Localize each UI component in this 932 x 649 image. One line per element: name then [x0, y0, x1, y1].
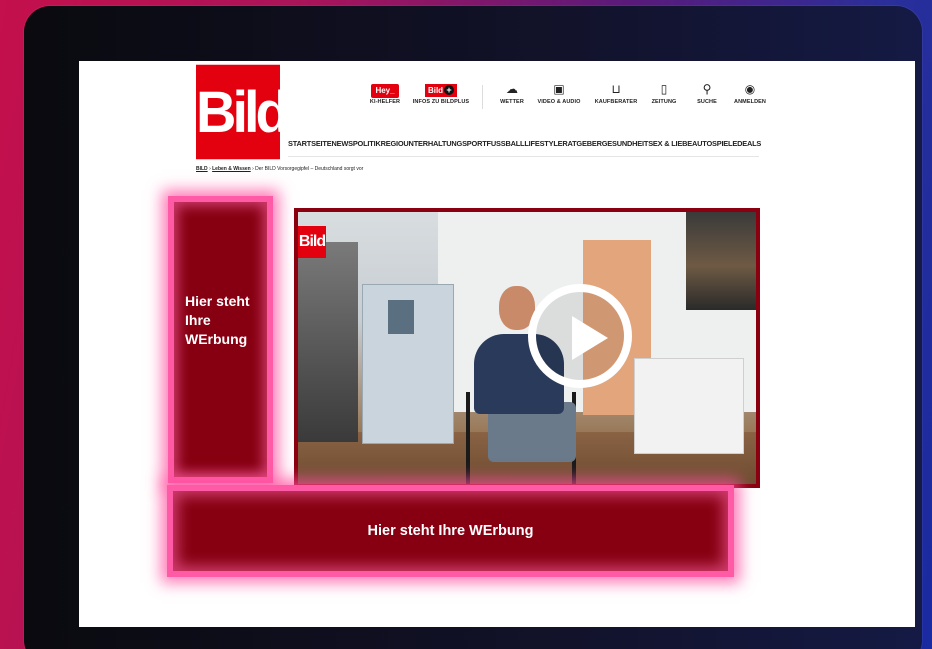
- user-icon: ◉: [744, 82, 756, 96]
- top-utility-nav: Hey_ KI-HELFER Bild + INFOS ZU BILDPLUS ☁…: [365, 79, 766, 119]
- video-player[interactable]: Bild: [294, 208, 760, 488]
- bildplus-badge-icon: Bild +: [411, 79, 471, 99]
- video-scene-cabinet: [634, 358, 744, 454]
- nav-gesundheit[interactable]: GESUNDHEIT: [602, 139, 649, 148]
- hey-badge-icon: Hey_: [355, 79, 415, 99]
- nav-unterhaltung[interactable]: UNTERHALTUNG: [403, 139, 462, 148]
- main-nav: STARTSEITE NEWS POLITIK REGIO UNTERHALTU…: [288, 137, 761, 149]
- nav-ratgeber[interactable]: RATGEBER: [562, 139, 602, 148]
- nav-news[interactable]: NEWS: [331, 139, 353, 148]
- nav-divider: [482, 85, 483, 109]
- play-button[interactable]: [528, 284, 632, 388]
- breadcrumb: BILD › Leben & Wissen › Der BILD Vorsorg…: [196, 166, 363, 172]
- nav-sport[interactable]: SPORT: [462, 139, 487, 148]
- nav-bildplus[interactable]: Bild + INFOS ZU BILDPLUS: [411, 79, 471, 105]
- nav-anmelden[interactable]: ◉ ANMELDEN: [720, 79, 780, 105]
- nav-underline: [288, 156, 759, 157]
- breadcrumb-section[interactable]: Leben & Wissen: [212, 166, 251, 172]
- play-icon: [572, 316, 608, 360]
- nav-spiele[interactable]: SPIELE: [712, 139, 737, 148]
- nav-politik[interactable]: POLITIK: [353, 139, 381, 148]
- nav-regio[interactable]: REGIO: [381, 139, 404, 148]
- breadcrumb-separator: ›: [252, 166, 254, 172]
- nav-fussball[interactable]: FUSSBALL: [487, 139, 525, 148]
- breadcrumb-current: Der BILD Vorsorgegipfel – Deutschland so…: [255, 166, 364, 172]
- nav-ki-helfer[interactable]: Hey_ KI-HELFER: [355, 79, 415, 105]
- nav-lifestyle[interactable]: LIFESTYLE: [524, 139, 562, 148]
- nav-startseite[interactable]: STARTSEITE: [288, 139, 332, 148]
- video-scene-picture: [686, 212, 756, 310]
- video-bild-logo: Bild: [298, 226, 326, 258]
- nav-deals[interactable]: DEALS: [737, 139, 761, 148]
- ad-placeholder-side[interactable]: Hier steht Ihre WErbung: [168, 196, 273, 483]
- ad-placeholder-bottom[interactable]: Hier steht Ihre WErbung: [167, 485, 734, 577]
- breadcrumb-home[interactable]: BILD: [196, 166, 208, 172]
- ad-side-text: Hier steht Ihre WErbung: [185, 293, 250, 347]
- nav-auto[interactable]: AUTO: [692, 139, 712, 148]
- play-square-icon: ▣: [553, 82, 565, 96]
- video-scene-shelf: [298, 242, 358, 442]
- nav-sex-liebe[interactable]: SEX & LIEBE: [648, 139, 692, 148]
- nav-video-audio[interactable]: ▣ VIDEO & AUDIO: [529, 79, 589, 105]
- breadcrumb-separator: ›: [209, 166, 211, 172]
- video-scene-monitor: [388, 300, 414, 334]
- bild-logo[interactable]: Bild: [196, 64, 290, 160]
